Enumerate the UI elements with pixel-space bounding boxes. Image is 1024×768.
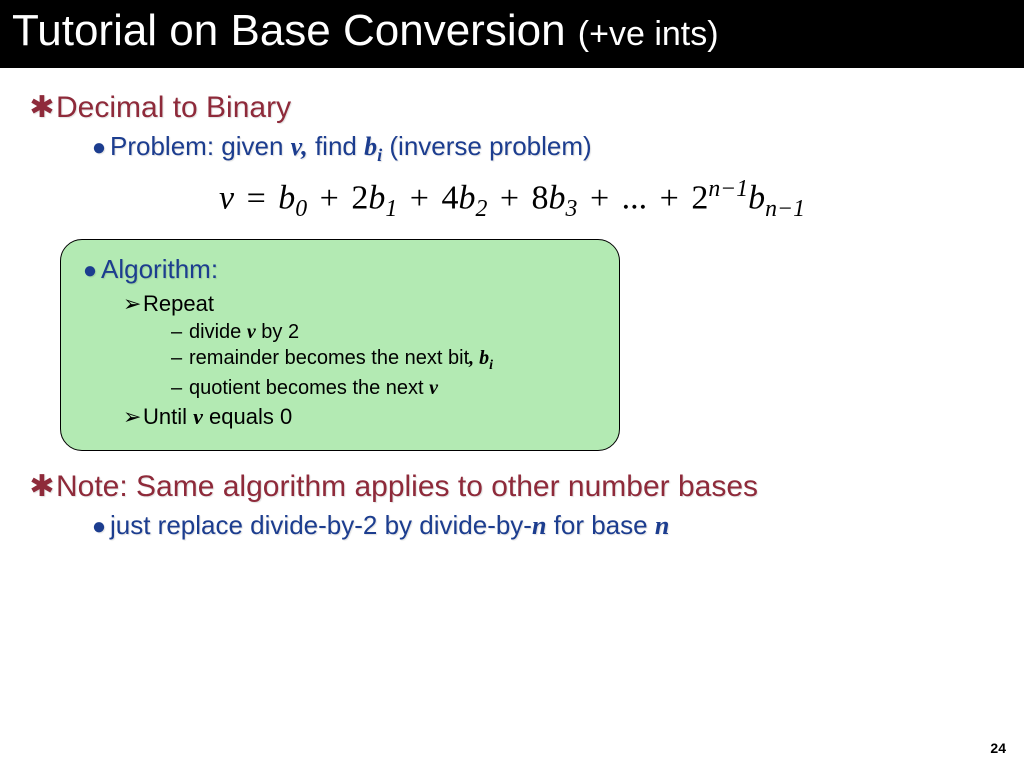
eq-plus-4: + <box>586 180 613 217</box>
until-post: equals 0 <box>203 404 292 429</box>
until-pre: Until <box>143 404 193 429</box>
eq-b2-sub: 2 <box>475 196 487 222</box>
step3-v: v <box>429 377 438 399</box>
step2-b-sub: i <box>489 358 493 373</box>
eq-b0-sub: 0 <box>295 196 307 222</box>
eq-b0: b <box>278 180 295 217</box>
step3-pre: quotient becomes the next <box>189 377 429 399</box>
arrow-bullet-icon: ➢ <box>123 404 143 430</box>
eq-b3-sub: 3 <box>566 196 578 222</box>
eq-equals: = <box>243 180 270 217</box>
algorithm-label: Algorithm: <box>101 254 218 284</box>
step1-pre: divide <box>189 321 247 343</box>
note-sub-n2: n <box>655 511 669 540</box>
step2-pre: remainder becomes the next bit <box>189 347 469 369</box>
heading-decimal-to-binary: ✱Decimal to Binary <box>28 90 996 125</box>
problem-prefix: Problem: given <box>110 131 291 161</box>
eq-cn: 2 <box>691 180 708 217</box>
eq-cn-sup: n−1 <box>708 176 748 202</box>
dot-bullet-icon: ● <box>79 257 101 285</box>
eq-b1-sub: 1 <box>385 196 397 222</box>
problem-mid: find <box>308 131 364 161</box>
eq-plus-1: + <box>316 180 343 217</box>
heading-note: ✱Note: Same algorithm applies to other n… <box>28 469 996 504</box>
note-sub-n1: n <box>532 511 546 540</box>
step2-b: b <box>479 347 489 369</box>
problem-var-v: v, <box>291 132 308 161</box>
algorithm-step-2: –remainder becomes the next bit, bi <box>171 347 601 374</box>
dash-bullet-icon: – <box>171 377 189 400</box>
heading-text: Decimal to Binary <box>56 91 291 124</box>
eq-c2: 4 <box>441 180 458 217</box>
algorithm-until: ➢Until v equals 0 <box>123 404 601 430</box>
algorithm-repeat: ➢Repeat <box>123 291 601 317</box>
problem-line: ●Problem: given v, find bi (inverse prob… <box>88 131 996 166</box>
algorithm-step-3: –quotient becomes the next v <box>171 377 601 400</box>
eq-bn: b <box>748 180 765 217</box>
step1-v: v <box>247 321 256 343</box>
algorithm-box: ●Algorithm: ➢Repeat –divide v by 2 –rema… <box>60 239 620 451</box>
eq-dots: ... <box>622 180 648 217</box>
eq-c3: 8 <box>532 180 549 217</box>
problem-var-b: b <box>364 132 377 161</box>
eq-b3: b <box>549 180 566 217</box>
eq-plus-2: + <box>406 180 433 217</box>
slide: Tutorial on Base Conversion (+ve ints) ✱… <box>0 0 1024 768</box>
dash-bullet-icon: – <box>171 347 189 370</box>
repeat-text: Repeat <box>143 291 214 316</box>
algorithm-step-1: –divide v by 2 <box>171 321 601 344</box>
eq-v: v <box>219 180 234 217</box>
dot-bullet-icon: ● <box>88 134 110 162</box>
arrow-bullet-icon: ➢ <box>123 291 143 317</box>
eq-b1: b <box>368 180 385 217</box>
dash-bullet-icon: – <box>171 321 189 344</box>
slide-title-sub: (+ve ints) <box>578 15 719 53</box>
note-text: Note: Same algorithm applies to other nu… <box>56 470 758 503</box>
slide-content: ✱Decimal to Binary ●Problem: given v, fi… <box>0 68 1024 541</box>
star-bullet-icon: ✱ <box>28 469 56 504</box>
step2-comma: , <box>469 347 479 369</box>
until-v: v <box>193 404 203 429</box>
page-number: 24 <box>990 740 1006 756</box>
eq-plus-5: + <box>656 180 683 217</box>
eq-b2: b <box>458 180 475 217</box>
note-sub-pre: just replace divide-by-2 by divide-by- <box>110 510 532 540</box>
slide-title-main: Tutorial on Base Conversion <box>12 6 578 55</box>
equation: v = b0 + 2b1 + 4b2 + 8b3 + ... + 2n−1bn−… <box>28 176 996 223</box>
note-sub-line: ●just replace divide-by-2 by divide-by-n… <box>88 510 996 541</box>
eq-plus-3: + <box>496 180 523 217</box>
title-bar: Tutorial on Base Conversion (+ve ints) <box>0 0 1024 68</box>
problem-suffix: (inverse problem) <box>382 131 592 161</box>
step1-post: by 2 <box>256 321 299 343</box>
algorithm-label-line: ●Algorithm: <box>79 254 601 285</box>
dot-bullet-icon: ● <box>88 513 110 541</box>
eq-c1: 2 <box>351 180 368 217</box>
note-sub-mid: for base <box>546 510 654 540</box>
star-bullet-icon: ✱ <box>28 90 56 125</box>
eq-bn-sub: n−1 <box>765 196 805 222</box>
